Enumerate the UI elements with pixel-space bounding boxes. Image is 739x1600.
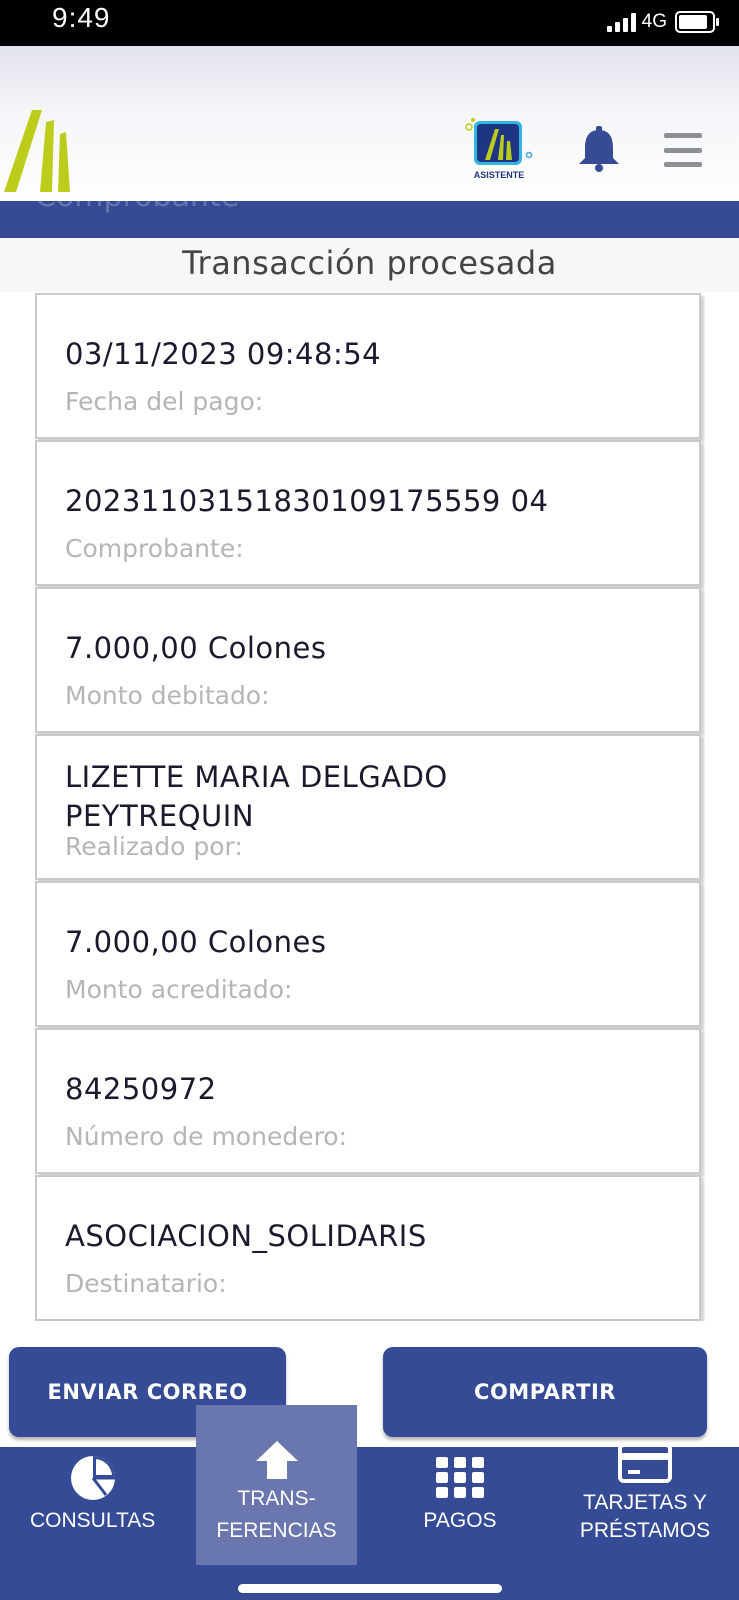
- receipt-number-value: 20231103151830109175559 04: [65, 484, 549, 518]
- credited-amount-label: Monto acreditado:: [65, 975, 293, 1004]
- receipt-details-list[interactable]: 03/11/2023 09:48:54 Fecha del pago: 2023…: [35, 293, 705, 1321]
- recipient-value: ASOCIACION_SOLIDARIS: [65, 1219, 427, 1253]
- arrow-up-icon: [255, 1441, 298, 1479]
- nav-tarjetas-label-1: TARJETAS Y: [583, 1491, 707, 1514]
- nav-tarjetas[interactable]: TARJETAS Y PRÉSTAMOS: [570, 1443, 720, 1545]
- status-icons: 4G: [606, 10, 719, 34]
- sender-name-label: Realizado por:: [65, 832, 243, 861]
- assistant-icon[interactable]: ASISTENTE: [463, 115, 535, 181]
- network-type: 4G: [641, 11, 667, 32]
- page-title-bar: Comprobante: [0, 201, 739, 238]
- pie-chart-icon: [70, 1456, 115, 1500]
- sender-name-value: LIZETTE MARIA DELGADO PEYTREQUIN: [65, 760, 448, 833]
- nav-transferencias[interactable]: TRANS- FERENCIAS: [196, 1405, 357, 1565]
- nav-consultas[interactable]: CONSULTAS: [30, 1455, 155, 1535]
- nav-transferencias-label-2: FERENCIAS: [216, 1519, 337, 1542]
- nav-transferencias-label-1: TRANS-: [237, 1487, 316, 1510]
- page-title: Comprobante: [35, 201, 239, 214]
- home-indicator: [238, 1584, 502, 1593]
- detail-card-wallet: 84250972 Número de monedero:: [35, 1028, 701, 1174]
- detail-card-sender: LIZETTE MARIA DELGADO PEYTREQUIN Realiza…: [35, 734, 701, 880]
- status-time: 9:49: [52, 2, 111, 33]
- detail-card-date: 03/11/2023 09:48:54 Fecha del pago:: [35, 293, 701, 439]
- detail-card-receipt: 20231103151830109175559 04 Comprobante:: [35, 440, 701, 586]
- bank-logo[interactable]: [0, 104, 80, 194]
- credit-card-icon: [618, 1443, 672, 1483]
- nav-pagos[interactable]: PAGOS: [405, 1455, 515, 1535]
- nav-consultas-label: CONSULTAS: [30, 1509, 156, 1532]
- share-button[interactable]: COMPARTIR: [383, 1347, 707, 1437]
- detail-card-recipient: ASOCIACION_SOLIDARIS Destinatario:: [35, 1175, 701, 1321]
- app-header: [0, 46, 739, 201]
- credited-amount-value: 7.000,00 Colones: [65, 925, 327, 959]
- payment-date-label: Fecha del pago:: [65, 387, 264, 416]
- wallet-number-label: Número de monedero:: [65, 1122, 348, 1151]
- hamburger-menu-icon[interactable]: [664, 133, 702, 167]
- signal-icon: [606, 12, 636, 32]
- status-bar: 9:49 4G: [0, 0, 739, 46]
- debited-amount-label: Monto debitado:: [65, 681, 270, 710]
- bottom-navigation: CONSULTAS PAGOS TARJETAS Y PRÉSTAMOS: [0, 1443, 739, 1600]
- processed-banner: Transacción procesada: [0, 238, 739, 292]
- battery-icon: [675, 11, 719, 33]
- receipt-number-label: Comprobante:: [65, 534, 244, 563]
- notification-bell-icon[interactable]: [577, 126, 621, 172]
- grid-icon: [436, 1457, 484, 1498]
- detail-card-debited: 7.000,00 Colones Monto debitado:: [35, 587, 701, 733]
- assistant-label: ASISTENTE: [474, 170, 525, 180]
- debited-amount-value: 7.000,00 Colones: [65, 631, 327, 665]
- action-bar: ENVIAR CORREO COMPARTIR: [0, 1321, 739, 1447]
- nav-tarjetas-label-2: PRÉSTAMOS: [579, 1519, 711, 1542]
- wallet-number-value: 84250972: [65, 1072, 217, 1106]
- nav-pagos-label: PAGOS: [423, 1509, 497, 1532]
- payment-date-value: 03/11/2023 09:48:54: [65, 337, 382, 371]
- recipient-label: Destinatario:: [65, 1269, 227, 1298]
- processed-title: Transacción procesada: [182, 244, 557, 282]
- detail-card-credited: 7.000,00 Colones Monto acreditado:: [35, 881, 701, 1027]
